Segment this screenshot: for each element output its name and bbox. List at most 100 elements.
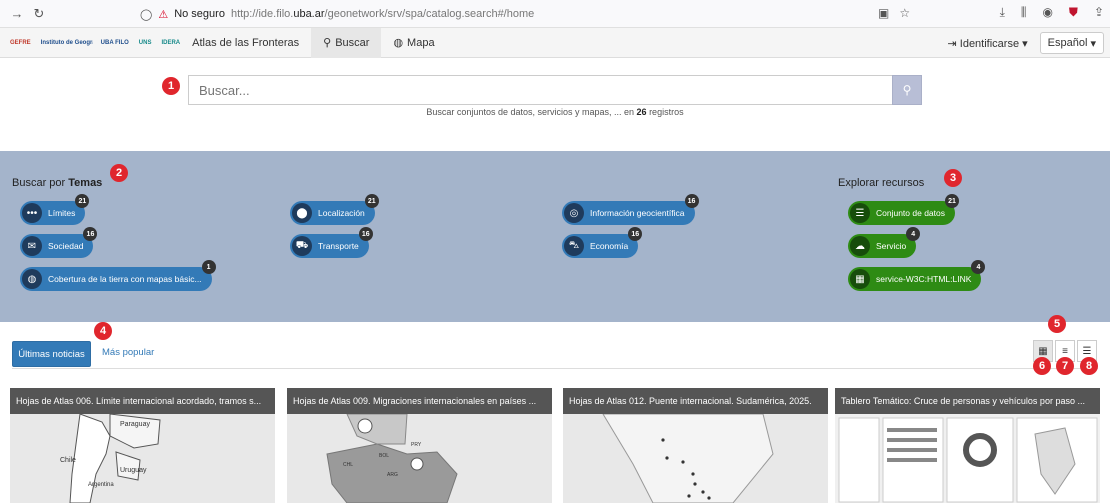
marker-4: 4 xyxy=(94,322,112,340)
app-title[interactable]: Atlas de las Fronteras xyxy=(192,37,311,49)
shield-icon: ◯ xyxy=(140,8,153,21)
topic-count-badge: 16 xyxy=(83,227,98,241)
browser-toolbar: → ↻ ◯ ⚠ No seguro http://ide.filo.uba.ar… xyxy=(0,0,1110,28)
card-title[interactable]: Hojas de Atlas 012. Puente internacional… xyxy=(563,388,828,414)
topic-economia[interactable]: ⛍ Economía 16 xyxy=(562,227,643,258)
record-card[interactable]: Hojas de Atlas 009. Migraciones internac… xyxy=(287,388,552,503)
search-icon: ⚲ xyxy=(323,37,332,49)
topic-cobertura[interactable]: ◍ Cobertura de la tierra con mapas básic… xyxy=(20,260,216,291)
resources-title: Explorar recursos xyxy=(838,177,925,189)
share-icon[interactable]: ⇪ xyxy=(1094,5,1104,20)
resource-count-badge: 4 xyxy=(971,260,986,274)
topics-title: Buscar por Temas xyxy=(12,177,103,189)
logo-idera[interactable]: IDERA xyxy=(159,36,182,50)
topic-label: Economía xyxy=(590,241,629,251)
topic-count-badge: 16 xyxy=(358,227,373,241)
card-thumbnail-map[interactable]: Paraguay Chile Uruguay Argentina xyxy=(10,413,275,503)
search-hint: Buscar conjuntos de datos, servicios y m… xyxy=(426,107,684,117)
marker-6: 6 xyxy=(1033,357,1051,375)
marker-8: 8 xyxy=(1080,357,1098,375)
marker-2: 2 xyxy=(110,164,128,182)
map-label-paraguay: Paraguay xyxy=(120,421,150,428)
search-bar: ⚲ xyxy=(188,75,922,105)
card-title[interactable]: Tablero Temático: Cruce de personas y ve… xyxy=(835,388,1100,414)
topics-panel: Buscar por Temas 2 ••• Límites 21 ⬤ Loca… xyxy=(0,151,1110,322)
account-icon[interactable]: ◉ xyxy=(1042,5,1052,20)
topic-informacion-geocientifica[interactable]: ◎ Información geocientífica 16 xyxy=(562,194,699,225)
marker-1: 1 xyxy=(162,77,180,95)
bookmark-star-icon[interactable]: ☆ xyxy=(899,6,910,20)
resource-servicio[interactable]: ☁ Servicio 4 xyxy=(848,227,921,258)
topic-localizacion[interactable]: ⬤ Localización 21 xyxy=(290,194,379,225)
tab-mas-popular[interactable]: Más popular xyxy=(102,347,154,358)
search-input[interactable] xyxy=(188,75,892,105)
record-card[interactable]: Hojas de Atlas 012. Puente internacional… xyxy=(563,388,828,503)
resource-conjunto-datos[interactable]: ☰ Conjunto de datos 21 xyxy=(848,194,959,225)
card-thumbnail-map[interactable] xyxy=(563,413,828,503)
tab-ultimas-noticias[interactable]: Últimas noticias xyxy=(12,341,91,367)
extension-shield-icon[interactable]: ⛊ xyxy=(1069,5,1078,20)
map-label-chile: Chile xyxy=(60,457,76,464)
marker-5: 5 xyxy=(1048,315,1066,333)
back-arrow-icon[interactable]: → xyxy=(6,3,28,25)
topic-transporte[interactable]: ⛟ Transporte 16 xyxy=(290,227,373,258)
map-label-chl: CHL xyxy=(343,462,353,468)
resource-label: Servicio xyxy=(876,241,907,251)
login-link[interactable]: ⇥ Identificarse ▾ xyxy=(947,37,1027,50)
nav-map[interactable]: ◍ Mapa xyxy=(381,28,446,58)
topic-count-badge: 21 xyxy=(364,194,379,208)
app-navbar: GEFRE Instituto de Geografía "Romualdo A… xyxy=(0,27,1110,58)
nav-search-label: Buscar xyxy=(335,36,370,49)
database-icon: ☰ xyxy=(850,203,870,223)
search-icon: ⚲ xyxy=(902,83,912,97)
resource-label: Conjunto de datos xyxy=(876,208,945,218)
cart-icon: ⛍ xyxy=(564,236,584,256)
ellipsis-icon: ••• xyxy=(22,203,42,223)
grid-icon: ▦ xyxy=(1038,345,1048,357)
record-card[interactable]: Hojas de Atlas 006. Límite internacional… xyxy=(10,388,275,503)
insecure-lock-icon[interactable]: ⚠ xyxy=(158,8,168,21)
card-title[interactable]: Hojas de Atlas 009. Migraciones internac… xyxy=(287,388,552,414)
resource-label: service-W3C:HTML:LINK xyxy=(876,274,972,284)
globe-icon: ◍ xyxy=(22,269,42,289)
insecure-label: No seguro xyxy=(174,8,225,20)
map-label-argentina: Argentina xyxy=(88,482,114,488)
url-text: http://ide.filo.uba.ar/geonetwork/srv/sp… xyxy=(230,8,535,20)
globe-icon: ◍ xyxy=(393,37,404,49)
search-button[interactable]: ⚲ xyxy=(892,75,922,105)
logo-uns[interactable]: UNS xyxy=(137,36,154,50)
library-icon[interactable]: ⫼ xyxy=(1021,5,1027,20)
nav-map-label: Mapa xyxy=(407,36,435,49)
cloud-icon: ☁ xyxy=(850,236,870,256)
reader-view-icon[interactable]: ▣ xyxy=(878,6,889,20)
card-thumbnail-dashboard[interactable] xyxy=(835,414,1100,503)
topic-label: Cobertura de la tierra con mapas básic..… xyxy=(48,274,202,284)
address-bar[interactable]: ◯ ⚠ No seguro http://ide.filo.uba.ar/geo… xyxy=(140,4,910,24)
marker-3: 3 xyxy=(944,169,962,187)
record-card[interactable]: Tablero Temático: Cruce de personas y ve… xyxy=(835,388,1100,503)
tabs-divider xyxy=(12,368,1098,369)
language-select[interactable]: Español ▾ xyxy=(1039,32,1104,54)
logo-uba-filo[interactable]: UBA FILO xyxy=(99,36,131,50)
topic-label: Límites xyxy=(48,208,76,218)
truck-icon: ⛟ xyxy=(292,236,312,256)
marker-7: 7 xyxy=(1056,357,1074,375)
topic-count-badge: 21 xyxy=(75,194,90,208)
card-thumbnail-map[interactable]: BOL PRY CHL ARG xyxy=(287,413,552,503)
logo-gefre[interactable]: GEFRE xyxy=(8,36,33,50)
topic-limites[interactable]: ••• Límites 21 xyxy=(20,194,90,225)
table-icon: ▦ xyxy=(850,269,870,289)
topic-count-badge: 16 xyxy=(628,227,643,241)
partner-logos: GEFRE Instituto de Geografía "Romualdo A… xyxy=(8,36,182,50)
logo-instituto[interactable]: Instituto de Geografía "Romualdo Ardisso… xyxy=(39,36,93,50)
resource-service-w3c[interactable]: ▦ service-W3C:HTML:LINK 4 xyxy=(848,260,986,291)
comments-icon: ✉ xyxy=(22,236,42,256)
map-label-bol: BOL xyxy=(379,453,389,459)
download-icon[interactable]: ⤓ xyxy=(1000,5,1005,20)
card-title[interactable]: Hojas de Atlas 006. Límite internacional… xyxy=(10,388,275,414)
reload-icon[interactable]: ↻ xyxy=(28,3,50,25)
nav-search[interactable]: ⚲ Buscar xyxy=(311,27,382,58)
map-marker-icon: ⬤ xyxy=(292,203,312,223)
sign-in-icon: ⇥ xyxy=(947,37,957,50)
topic-sociedad[interactable]: ✉ Sociedad 16 xyxy=(20,227,98,258)
